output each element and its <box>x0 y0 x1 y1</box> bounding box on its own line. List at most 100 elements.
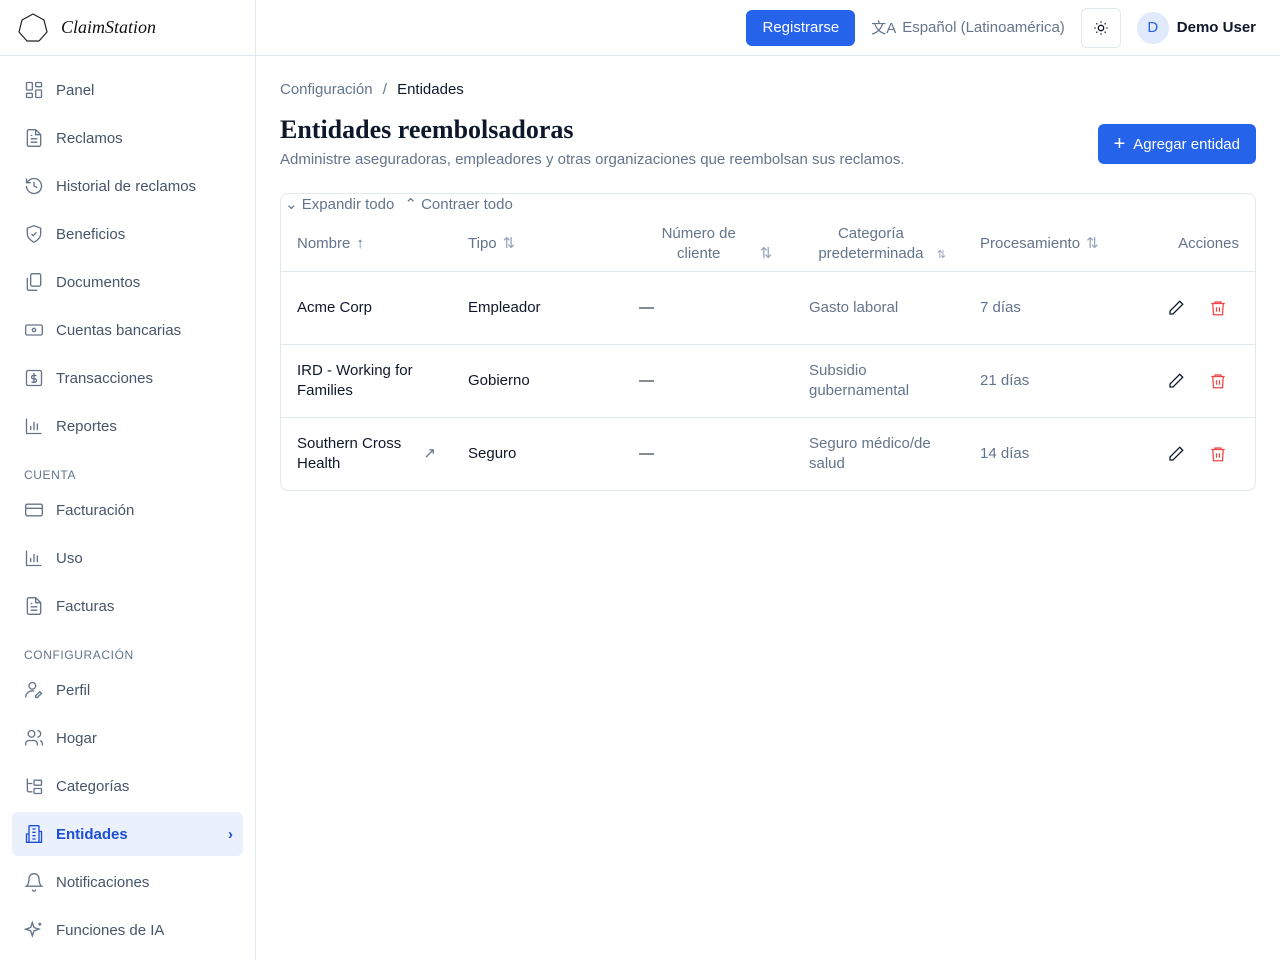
edit-pencil-icon[interactable] <box>1167 372 1185 390</box>
dollar-icon <box>25 369 43 387</box>
sidebar-item-label: Documentos <box>56 273 141 291</box>
cell-actions <box>1135 417 1255 490</box>
sidebar-item-funciones-de-ia[interactable]: Funciones de IA <box>12 908 243 952</box>
cell-processing: 21 días <box>964 344 1135 418</box>
sidebar-item-label: Funciones de IA <box>56 921 165 939</box>
sort-asc-icon: ↑ <box>356 235 364 253</box>
sidebar-item-historial-de-reclamos[interactable]: Historial de reclamos <box>12 164 243 208</box>
sidebar-item-label: Notificaciones <box>56 873 150 891</box>
avatar: D <box>1136 11 1169 44</box>
table-row[interactable]: Acme Corp Empleador — Gasto laboral 7 dí… <box>281 271 1255 345</box>
sidebar-item-label: Facturación <box>56 501 135 519</box>
header-label: Número de cliente <box>661 225 736 263</box>
bell-icon <box>24 873 44 892</box>
sidebar-item-label: Historial de reclamos <box>56 177 197 195</box>
entity-name: IRD - Working for Families <box>297 361 413 399</box>
sidebar-item-uso[interactable]: Uso <box>12 536 243 580</box>
sort-icon: ⇅ <box>1086 235 1099 253</box>
sidebar-item-panel[interactable]: Panel <box>12 68 243 112</box>
file-icon <box>26 129 42 147</box>
column-header-default-category[interactable]: Categoría predeterminada ⇅ <box>793 218 964 272</box>
cell-actions <box>1135 271 1255 345</box>
entities-table: Nombre ↑ Tipo ⇅ Número de cliente ⇅ Categor… <box>281 218 1255 490</box>
collapse-all-button[interactable]: ⌃ Contraer todo <box>404 195 512 217</box>
sort-icon: ⇅ <box>936 248 947 261</box>
sparkles-icon <box>24 920 42 938</box>
edit-pencil-icon[interactable] <box>1167 299 1185 317</box>
chart-icon <box>25 550 42 567</box>
cell-name: Southern Cross Health ↗ <box>281 417 452 490</box>
collapse-all-label: Contraer todo <box>421 196 513 213</box>
expand-all-button[interactable]: ⌄ Expandir todo <box>285 195 394 217</box>
sidebar-item-reportes[interactable]: Reportes <box>12 404 243 448</box>
sidebar-item-beneficios[interactable]: Beneficios <box>12 212 243 256</box>
sidebar-section-label: CONFIGURACIÓN <box>24 648 134 662</box>
column-header-type[interactable]: Tipo ⇅ <box>452 218 623 272</box>
column-header-processing[interactable]: Procesamiento ⇅ <box>964 218 1135 272</box>
sidebar-item-label: Hogar <box>56 729 97 747</box>
sidebar-item-label: Reportes <box>56 417 117 435</box>
cell-name: IRD - Working for Families <box>281 344 452 418</box>
sidebar-item-notificaciones[interactable]: Notificaciones <box>12 860 243 904</box>
breadcrumb: Configuración / Entidades <box>280 81 1256 98</box>
delete-trash-icon[interactable] <box>1209 445 1227 463</box>
user-name: Demo User <box>1176 19 1256 36</box>
sidebar-item-transacciones[interactable]: Transacciones <box>12 356 243 400</box>
header-label: Tipo <box>468 235 497 253</box>
cell-type: Empleador <box>452 271 623 345</box>
sidebar-item-documentos[interactable]: Documentos <box>12 260 243 304</box>
sidebar-item-categor-as[interactable]: Categorías <box>12 764 243 808</box>
category-text: Gasto laboral <box>809 298 899 316</box>
building-icon <box>25 825 43 843</box>
file-icon <box>26 597 42 615</box>
breadcrumb-current: Entidades <box>397 81 464 98</box>
sidebar-item-label: Entidades <box>56 825 128 843</box>
sidebar-item-cuentas-bancarias[interactable]: Cuentas bancarias <box>12 308 243 352</box>
table-row[interactable]: Southern Cross Health ↗ Seguro — Seguro m… <box>281 417 1255 490</box>
external-link-icon[interactable]: ↗ <box>423 444 436 464</box>
sidebar-item-facturas[interactable]: Facturas <box>12 584 243 628</box>
tree-icon <box>26 778 43 795</box>
history-icon <box>25 177 43 195</box>
sidebar-item-hogar[interactable]: Hogar <box>12 716 243 760</box>
theme-toggle-button[interactable] <box>1080 7 1121 48</box>
main-content: Configuración / Entidades Entidades reem… <box>280 56 1256 491</box>
logo[interactable]: ClaimStation <box>0 0 255 56</box>
column-header-name[interactable]: Nombre ↑ <box>281 218 452 272</box>
cell-default-category: Seguro médico/de salud <box>793 417 964 490</box>
cell-client-number: — <box>623 271 793 345</box>
logo-icon <box>18 12 48 42</box>
sidebar-item-perfil[interactable]: Perfil <box>12 668 243 712</box>
plus-icon: + <box>1113 132 1126 155</box>
sort-icon: ⇅ <box>502 235 516 253</box>
cell-default-category: Subsidio gubernamental <box>793 344 964 418</box>
cell-processing: 14 días <box>980 444 1030 462</box>
language-selector[interactable]: 文A Español (Latinoamérica) <box>871 17 1065 38</box>
table-row[interactable]: IRD - Working for Families Gobierno — Su… <box>281 344 1255 418</box>
expand-all-label: Expandir todo <box>301 196 395 213</box>
add-entity-button[interactable]: + Agregar entidad <box>1097 124 1256 164</box>
edit-pencil-icon[interactable] <box>1167 445 1185 463</box>
entity-name: Southern Cross Health <box>297 434 402 472</box>
column-header-client-number[interactable]: Número de cliente ⇅ <box>623 218 793 272</box>
sidebar-item-label: Beneficios <box>56 225 126 243</box>
sidebar-item-label: Transacciones <box>56 369 153 387</box>
user-menu[interactable]: D Demo User <box>1136 11 1256 44</box>
sidebar-item-label: Perfil <box>56 681 91 699</box>
sidebar-item-label: Uso <box>56 549 83 567</box>
delete-trash-icon[interactable] <box>1209 299 1227 317</box>
users-icon <box>25 729 44 746</box>
chart-icon <box>25 418 42 435</box>
entities-table-card: ⌄ Expandir todo ⌃ Contraer todo Nombre ↑ … <box>280 193 1256 491</box>
cell-type: Gobierno <box>452 344 623 418</box>
delete-trash-icon[interactable] <box>1209 372 1227 390</box>
breadcrumb-parent[interactable]: Configuración <box>280 81 373 98</box>
sidebar-item-entidades[interactable]: Entidades › <box>12 812 243 856</box>
language-label: Español (Latinoamérica) <box>902 19 1065 36</box>
register-button[interactable]: Registrarse <box>746 9 856 46</box>
user-pen-icon <box>25 681 43 699</box>
sidebar-item-facturaci-n[interactable]: Facturación <box>12 488 243 532</box>
entity-name: Acme Corp <box>297 298 373 316</box>
sidebar-item-reclamos[interactable]: Reclamos <box>12 116 243 160</box>
breadcrumb-separator: / <box>382 81 387 98</box>
